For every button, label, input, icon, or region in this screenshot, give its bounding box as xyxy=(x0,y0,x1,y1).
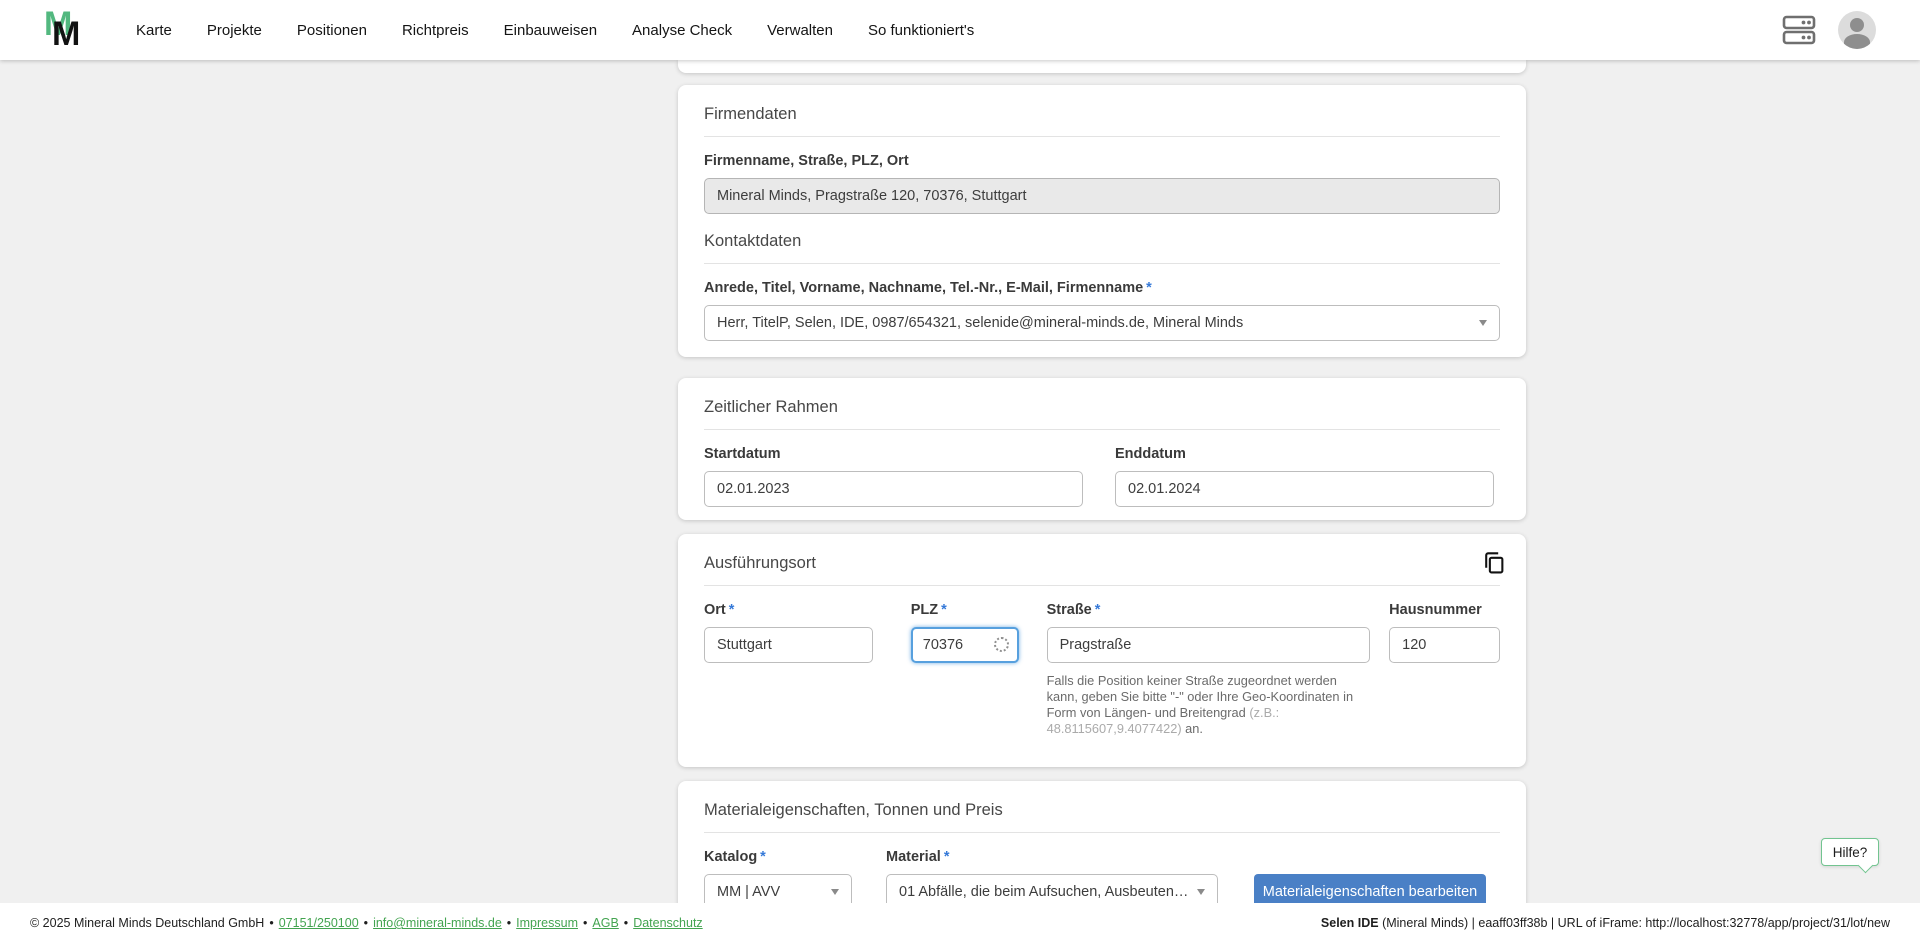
required-asterisk: * xyxy=(941,602,947,618)
strasse-label: Straße* xyxy=(1047,602,1371,619)
brand-logo[interactable]: M M xyxy=(40,5,92,55)
firmendaten-title: Firmendaten xyxy=(704,105,1500,124)
zeitlicher-rahmen-title: Zeitlicher Rahmen xyxy=(704,398,1500,417)
divider xyxy=(704,136,1500,137)
required-asterisk: * xyxy=(1146,280,1152,296)
required-asterisk: * xyxy=(1095,602,1101,618)
firmendaten-input xyxy=(704,178,1500,214)
strasse-hint-text: Falls die Position keiner Straße zugeord… xyxy=(1047,673,1371,737)
material-select-value: 01 Abfälle, die beim Aufsuchen, Ausbeute… xyxy=(899,884,1189,900)
chevron-down-icon xyxy=(1197,889,1205,895)
required-asterisk: * xyxy=(760,849,766,865)
katalog-label: Katalog* xyxy=(704,849,852,866)
nav-item-analyse-check[interactable]: Analyse Check xyxy=(632,22,732,39)
required-asterisk: * xyxy=(729,602,735,618)
avatar-body-icon xyxy=(1844,34,1870,49)
kontaktdaten-field-label: Anrede, Titel, Vorname, Nachname, Tel.-N… xyxy=(704,280,1500,297)
enddatum-label: Enddatum xyxy=(1115,446,1494,463)
nav-item-positionen[interactable]: Positionen xyxy=(297,22,367,39)
nav-item-so-funktionierts[interactable]: So funktioniert's xyxy=(868,22,974,39)
nav-item-verwalten[interactable]: Verwalten xyxy=(767,22,833,39)
footer: © 2025 Mineral Minds Deutschland GmbH • … xyxy=(0,903,1920,943)
required-asterisk: * xyxy=(944,849,950,865)
footer-session-info: Selen IDE (Mineral Minds) | eaaff03ff38b… xyxy=(1321,916,1890,930)
clipped-previous-card xyxy=(678,60,1526,73)
footer-link-datenschutz[interactable]: Datenschutz xyxy=(633,916,702,930)
hausnummer-input[interactable] xyxy=(1389,627,1500,663)
form-content: Firmendaten Firmenname, Straße, PLZ, Ort… xyxy=(678,60,1526,943)
chevron-down-icon xyxy=(1479,320,1487,326)
divider xyxy=(704,585,1500,586)
kontaktdaten-title: Kontaktdaten xyxy=(704,232,1500,251)
material-label: Material* xyxy=(886,849,1218,866)
footer-link-impressum[interactable]: Impressum xyxy=(516,916,578,930)
logo-black-m-icon: M xyxy=(52,17,80,51)
katalog-select-value: MM | AVV xyxy=(717,884,780,900)
nav-item-einbauweisen[interactable]: Einbauweisen xyxy=(504,22,597,39)
strasse-input[interactable] xyxy=(1047,627,1371,663)
server-dns-icon[interactable] xyxy=(1782,14,1816,46)
material-title: Materialeigenschaften, Tonnen und Preis xyxy=(704,801,1500,820)
chevron-down-icon xyxy=(831,889,839,895)
nav-item-projekte[interactable]: Projekte xyxy=(207,22,262,39)
footer-left: © 2025 Mineral Minds Deutschland GmbH • … xyxy=(30,916,703,930)
startdatum-label: Startdatum xyxy=(704,446,1083,463)
card-zeitlicher-rahmen: Zeitlicher Rahmen Startdatum Enddatum xyxy=(678,378,1526,520)
divider xyxy=(704,429,1500,430)
footer-link-email[interactable]: info@mineral-minds.de xyxy=(373,916,502,930)
top-navbar: M M Karte Projekte Positionen Richtpreis… xyxy=(0,0,1920,60)
footer-link-agb[interactable]: AGB xyxy=(592,916,618,930)
card-firmendaten: Firmendaten Firmenname, Straße, PLZ, Ort… xyxy=(678,85,1526,357)
avatar-head-icon xyxy=(1850,18,1864,32)
ort-input[interactable] xyxy=(704,627,873,663)
loading-spinner-icon xyxy=(994,637,1009,652)
nav-item-karte[interactable]: Karte xyxy=(136,22,172,39)
enddatum-input[interactable] xyxy=(1115,471,1494,507)
user-avatar[interactable] xyxy=(1838,11,1876,49)
kontaktdaten-select-value: Herr, TitelP, Selen, IDE, 0987/654321, s… xyxy=(717,315,1243,331)
footer-link-phone[interactable]: 07151/250100 xyxy=(279,916,359,930)
hilfe-button[interactable]: Hilfe? xyxy=(1821,838,1879,866)
main-menu: Karte Projekte Positionen Richtpreis Ein… xyxy=(136,22,974,39)
ausfuehrungsort-title: Ausführungsort xyxy=(704,554,1500,573)
footer-copyright: © 2025 Mineral Minds Deutschland GmbH xyxy=(30,916,264,930)
plz-label: PLZ* xyxy=(911,602,1019,619)
firmendaten-field-label: Firmenname, Straße, PLZ, Ort xyxy=(704,153,1500,170)
divider xyxy=(704,832,1500,833)
navbar-right xyxy=(1782,11,1876,49)
kontaktdaten-select[interactable]: Herr, TitelP, Selen, IDE, 0987/654321, s… xyxy=(704,305,1500,341)
hausnummer-label: Hausnummer xyxy=(1389,602,1500,619)
card-ausfuehrungsort: Ausführungsort Ort* PLZ* xyxy=(678,534,1526,767)
copy-icon[interactable] xyxy=(1481,550,1506,575)
ort-label: Ort* xyxy=(704,602,873,619)
divider xyxy=(704,263,1500,264)
startdatum-input[interactable] xyxy=(704,471,1083,507)
nav-item-richtpreis[interactable]: Richtpreis xyxy=(402,22,469,39)
